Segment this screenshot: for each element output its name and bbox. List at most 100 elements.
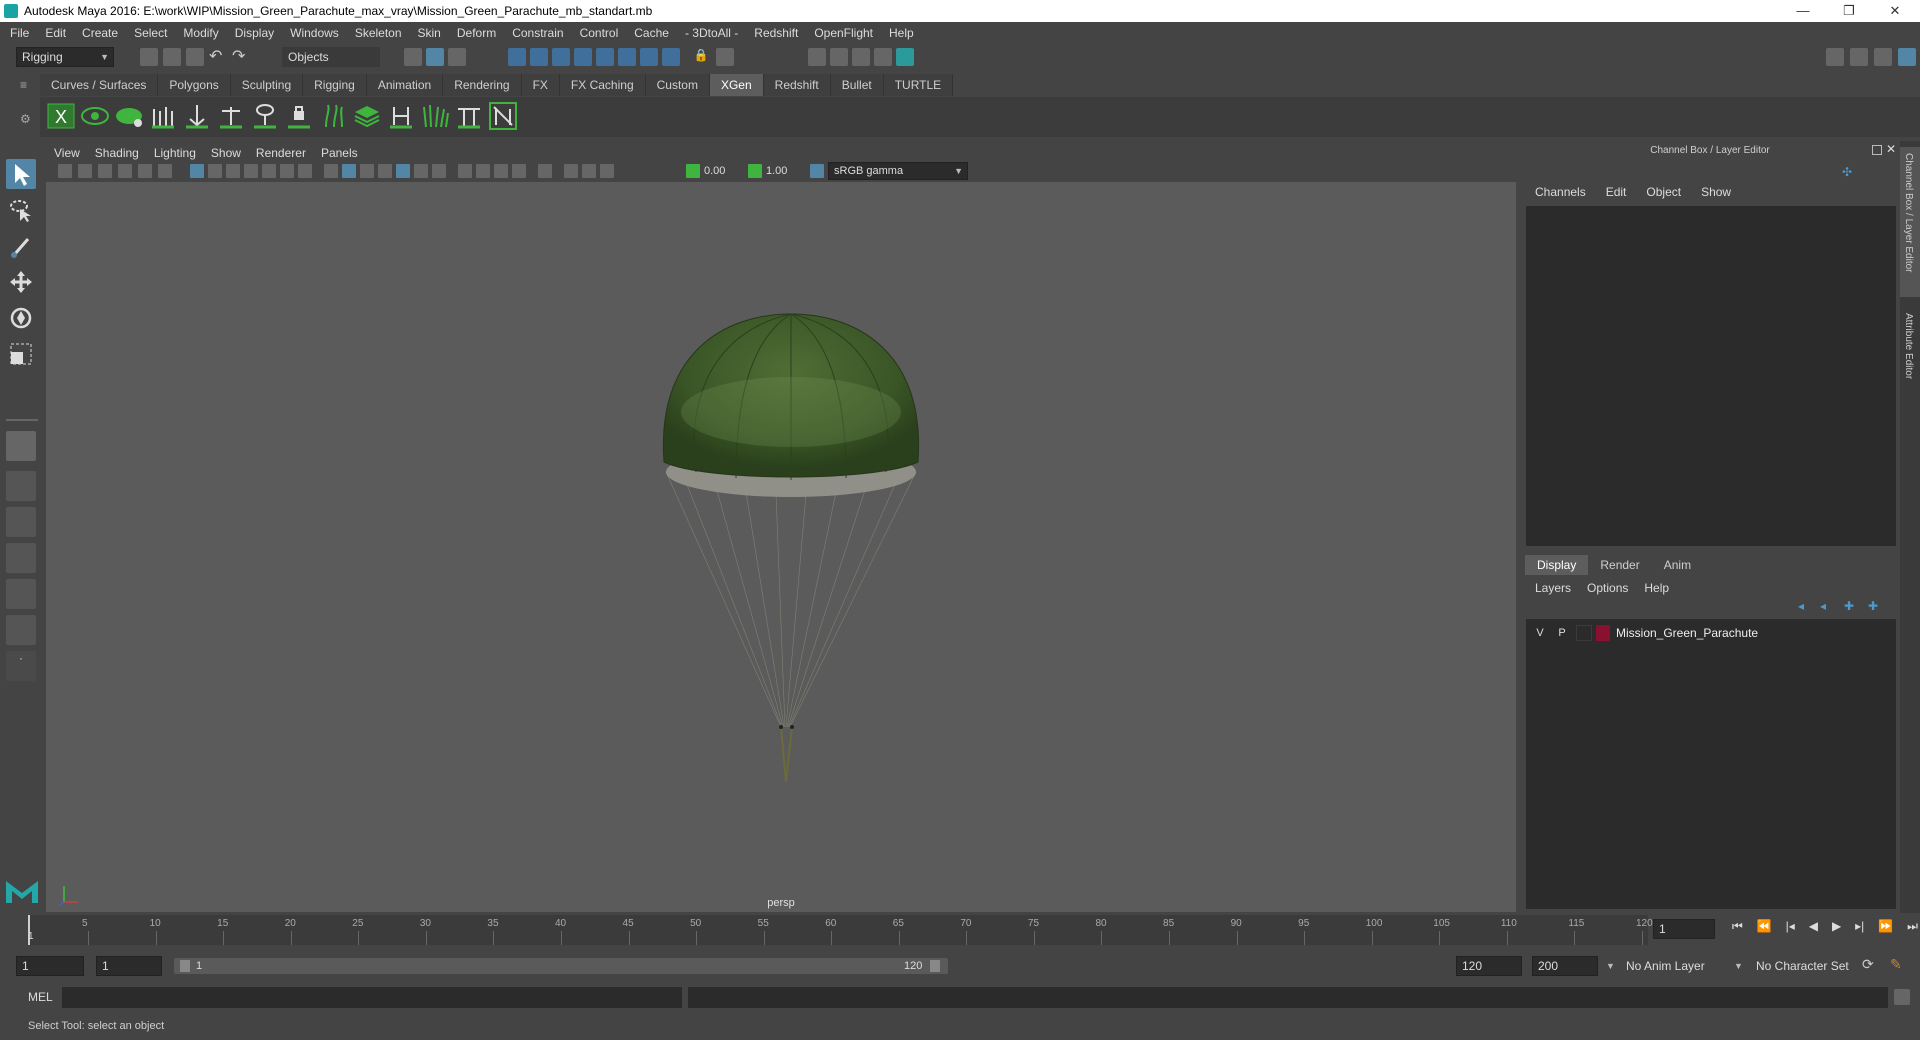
select-component-icon[interactable] xyxy=(448,48,466,66)
menu-skeleton[interactable]: Skeleton xyxy=(355,26,402,40)
layer-menu-help[interactable]: Help xyxy=(1644,581,1669,595)
new-scene-icon[interactable] xyxy=(140,48,158,66)
xray-icon[interactable] xyxy=(564,164,578,178)
channel-box-area[interactable] xyxy=(1526,206,1896,546)
paint-select-tool-icon[interactable] xyxy=(6,231,36,261)
channel-box-settings-icon[interactable]: ✣ xyxy=(1842,165,1856,179)
shelf-tab-curves-surfaces[interactable]: Curves / Surfaces xyxy=(40,74,159,96)
menu-cache[interactable]: Cache xyxy=(634,26,669,40)
menu-3dtoall[interactable]: - 3DtoAll - xyxy=(685,26,738,40)
shelf-tab-rigging[interactable]: Rigging xyxy=(303,74,367,96)
step-forward-key-icon[interactable]: ▸| xyxy=(1855,919,1864,939)
menu-select[interactable]: Select xyxy=(134,26,167,40)
animation-end-field[interactable]: 200 xyxy=(1532,956,1598,976)
grid-toggle-icon[interactable] xyxy=(190,164,204,178)
more-layouts-icon[interactable]: · xyxy=(6,651,36,681)
xray-components-icon[interactable] xyxy=(600,164,614,178)
gamma-value[interactable]: 1.00 xyxy=(766,163,806,179)
field-chart-icon[interactable] xyxy=(262,164,276,178)
channel-box-menu-object[interactable]: Object xyxy=(1646,185,1681,199)
close-panel-icon[interactable]: ✕ xyxy=(1886,142,1898,156)
layer-type-toggle[interactable] xyxy=(1576,625,1592,641)
xgen-grass-icon[interactable] xyxy=(420,101,450,131)
playback-start-field[interactable]: 1 xyxy=(96,956,162,976)
menu-windows[interactable]: Windows xyxy=(290,26,339,40)
move-layer-up-icon[interactable]: ◂ xyxy=(1798,599,1812,613)
attribute-editor-toggle-icon[interactable] xyxy=(1850,48,1868,66)
persp-uv-layout-icon[interactable] xyxy=(6,615,36,645)
new-layer-from-selection-icon[interactable]: ✚ xyxy=(1868,599,1882,613)
play-forward-icon[interactable]: ▶ xyxy=(1832,919,1841,939)
xgen-sculpt-guides-icon[interactable] xyxy=(216,101,246,131)
shelf-tab-custom[interactable]: Custom xyxy=(645,74,710,96)
shelf-tab-turtle[interactable]: TURTLE xyxy=(883,74,954,96)
shelf-tab-rendering[interactable]: Rendering xyxy=(443,74,522,96)
rotate-tool-icon[interactable] xyxy=(6,303,36,333)
four-view-layout-icon[interactable] xyxy=(6,471,36,501)
layer-menu-layers[interactable]: Layers xyxy=(1535,581,1571,595)
render-settings-icon[interactable] xyxy=(874,48,892,66)
film-gate-icon[interactable] xyxy=(208,164,222,178)
xgen-cut-guides-icon[interactable] xyxy=(454,101,484,131)
layer-tab-render[interactable]: Render xyxy=(1588,555,1651,575)
select-tool-icon[interactable] xyxy=(6,159,36,189)
scale-tool-icon[interactable] xyxy=(6,339,36,369)
current-frame-field[interactable]: 1 xyxy=(1653,919,1715,939)
viewport-menu-shading[interactable]: Shading xyxy=(95,146,139,160)
menu-file[interactable]: File xyxy=(10,26,29,40)
select-object-icon[interactable] xyxy=(426,48,444,66)
select-camera-icon[interactable] xyxy=(58,164,72,178)
persp-graph-layout-icon[interactable] xyxy=(6,543,36,573)
xgen-add-guide-icon[interactable] xyxy=(182,101,212,131)
chevron-down-icon[interactable]: ▼ xyxy=(1606,956,1616,976)
persp-hypershade-layout-icon[interactable] xyxy=(6,579,36,609)
persp-outliner-layout-icon[interactable] xyxy=(6,507,36,537)
ipr-render-icon[interactable] xyxy=(852,48,870,66)
camera-attributes-icon[interactable] xyxy=(78,164,92,178)
anim-layer-dropdown[interactable]: No Anim Layer xyxy=(1620,956,1738,976)
viewport-menu-show[interactable]: Show xyxy=(211,146,241,160)
channel-box-menu-edit[interactable]: Edit xyxy=(1606,185,1627,199)
color-space-dropdown[interactable]: sRGB gamma ▼ xyxy=(828,162,968,180)
depth-of-field-icon[interactable] xyxy=(512,164,526,178)
render-view-icon[interactable] xyxy=(808,48,826,66)
viewport-menu-panels[interactable]: Panels xyxy=(321,146,358,160)
script-editor-icon[interactable] xyxy=(1894,989,1910,1005)
channel-box-menu-show[interactable]: Show xyxy=(1701,185,1731,199)
xgen-layers-icon[interactable] xyxy=(352,101,382,131)
move-layer-down-icon[interactable]: ◂ xyxy=(1820,599,1834,613)
character-set-dropdown[interactable]: No Character Set xyxy=(1750,956,1870,976)
safe-title-icon[interactable] xyxy=(298,164,312,178)
symmetry-icon[interactable] xyxy=(662,48,680,66)
bookmark-icon[interactable] xyxy=(98,164,112,178)
move-tool-icon[interactable] xyxy=(6,267,36,297)
step-back-frame-icon[interactable]: ⏪ xyxy=(1757,919,1772,939)
shelf-menu-icon[interactable]: ≡ xyxy=(20,78,34,92)
viewport-persp[interactable]: persp xyxy=(46,182,1516,912)
xgen-interactive-groom-icon[interactable] xyxy=(488,101,518,131)
menu-create[interactable]: Create xyxy=(82,26,118,40)
redo-icon[interactable]: ↷ xyxy=(232,48,250,66)
menu-help[interactable]: Help xyxy=(889,26,914,40)
save-scene-icon[interactable] xyxy=(186,48,204,66)
shelf-tab-animation[interactable]: Animation xyxy=(366,74,444,96)
xgen-editor-icon[interactable]: X xyxy=(46,101,76,131)
selection-mode-dropdown[interactable]: Objects xyxy=(282,47,380,67)
exposure-value[interactable]: 0.00 xyxy=(704,163,744,179)
menuset-dropdown[interactable]: Rigging ▼ xyxy=(16,47,114,67)
shelf-tab-fx-caching[interactable]: FX Caching xyxy=(559,74,646,96)
step-forward-frame-icon[interactable]: ⏩ xyxy=(1878,919,1893,939)
menu-display[interactable]: Display xyxy=(235,26,274,40)
step-back-key-icon[interactable]: |◂ xyxy=(1786,919,1795,939)
auto-key-icon[interactable]: ⟳ xyxy=(1862,956,1880,974)
history-icon[interactable] xyxy=(716,48,734,66)
chevron-down-icon[interactable]: ▼ xyxy=(1734,956,1744,976)
isolate-select-icon[interactable] xyxy=(538,164,552,178)
wireframe-icon[interactable] xyxy=(324,164,338,178)
menu-redshift[interactable]: Redshift xyxy=(754,26,798,40)
color-management-icon[interactable] xyxy=(810,164,824,178)
menu-deform[interactable]: Deform xyxy=(457,26,496,40)
menu-modify[interactable]: Modify xyxy=(183,26,218,40)
animation-preferences-icon[interactable]: ✎ xyxy=(1890,956,1908,974)
float-panel-icon[interactable] xyxy=(1872,145,1882,155)
